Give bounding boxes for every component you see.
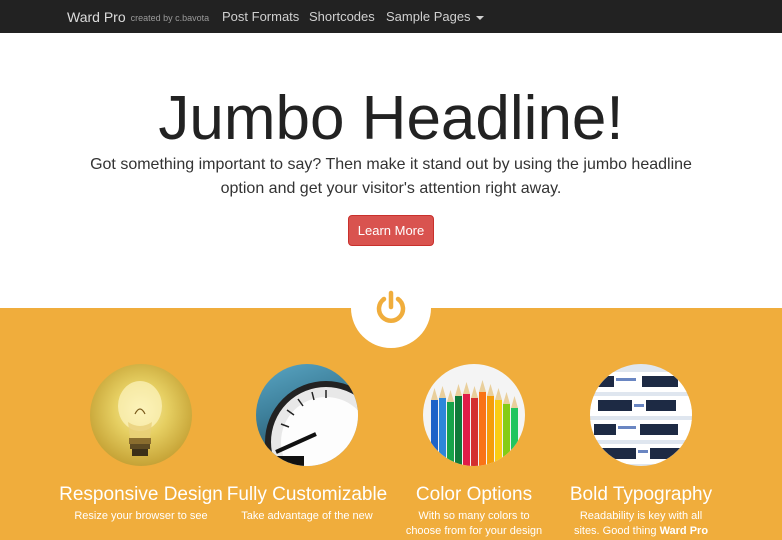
nav-sample-pages[interactable]: Sample Pages — [386, 0, 484, 33]
feature-title: Responsive Design — [59, 484, 223, 505]
typography-image — [590, 364, 692, 466]
nav-shortcodes-label: Shortcodes — [309, 9, 375, 24]
feature-color-options: Color Options With so many colors to cho… — [389, 364, 559, 539]
power-badge — [351, 268, 431, 348]
top-navbar: Ward Pro created by c.bavota Post Format… — [0, 0, 782, 33]
power-icon — [376, 290, 406, 323]
jumbotron: Jumbo Headline! Got something important … — [0, 33, 782, 308]
jumbo-subtext: Got something important to say? Then mak… — [90, 156, 692, 197]
feature-customizable: Fully Customizable Take advantage of the… — [222, 364, 392, 524]
feature-responsive: Responsive Design Resize your browser to… — [56, 364, 226, 524]
chevron-down-icon — [475, 15, 484, 20]
feature-title: Color Options — [415, 484, 533, 505]
nav-post-formats[interactable]: Post Formats — [222, 0, 299, 33]
learn-more-button[interactable]: Learn More — [348, 215, 434, 246]
nav-sample-pages-label: Sample Pages — [386, 9, 471, 24]
dial-image — [256, 364, 358, 466]
feature-text: Resize your browser to see — [74, 510, 208, 522]
lightbulb-image — [90, 364, 192, 466]
nav-post-formats-label: Post Formats — [222, 9, 300, 24]
feature-text: Readability is key with all sites. Good … — [556, 509, 726, 539]
brand-name[interactable]: Ward Pro — [67, 9, 126, 25]
color-pencils-image — [423, 364, 525, 466]
nav-shortcodes[interactable]: Shortcodes — [309, 0, 375, 33]
feature-text: Take advantage of the new — [241, 510, 373, 522]
brand[interactable]: Ward Pro created by c.bavota — [67, 0, 209, 33]
feature-title: Bold Typography — [569, 484, 713, 505]
feature-bold-typography: Bold Typography Readability is key with … — [556, 364, 726, 539]
jumbo-headline: Jumbo Headline! — [158, 84, 624, 153]
brand-credit: created by c.bavota — [130, 13, 210, 23]
feature-text-bold: Ward Pro — [659, 525, 709, 537]
feature-title: Fully Customizable — [226, 484, 388, 505]
feature-text: With so many colors to choose from for y… — [405, 510, 543, 537]
